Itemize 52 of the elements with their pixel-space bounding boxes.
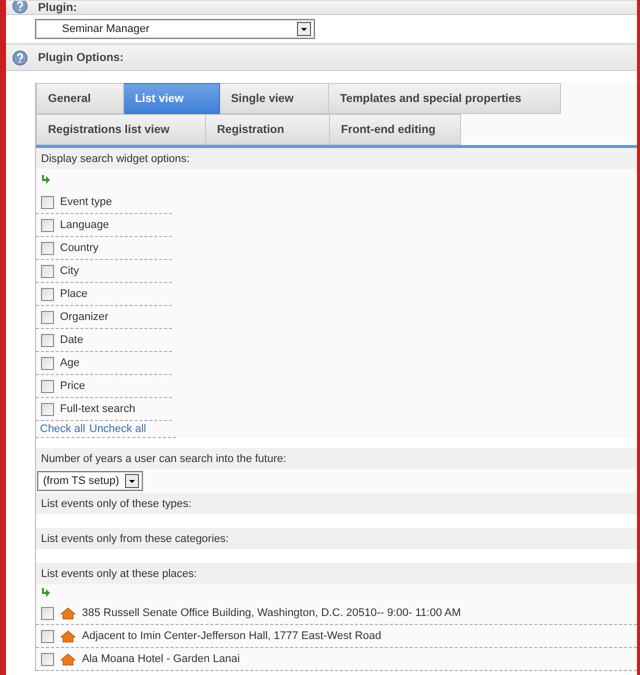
checkbox[interactable] — [41, 196, 54, 208]
checkbox[interactable] — [41, 218, 54, 232]
checkbox-label: Place — [60, 288, 88, 300]
checkbox-label: Organizer — [60, 311, 108, 323]
checkbox[interactable] — [41, 380, 54, 392]
dropdown-select[interactable]: (from TS setup) — [37, 471, 143, 491]
checkbox-label: Country — [60, 242, 99, 254]
checkbox-label: City — [60, 265, 79, 277]
tab[interactable]: Registrations list view — [36, 114, 206, 145]
caret-icon — [125, 474, 139, 488]
checkbox[interactable] — [41, 334, 54, 346]
field-label: List events only at these places: — [41, 568, 197, 580]
tab[interactable]: Single view — [220, 83, 329, 114]
checkbox[interactable] — [41, 242, 54, 254]
house-icon — [60, 606, 76, 620]
field-label: List events only of these types: — [41, 498, 192, 510]
checkbox-label: Ala Moana Hotel - Garden Lanai — [82, 653, 240, 665]
help-icon[interactable] — [12, 1, 28, 14]
house-icon — [60, 652, 76, 666]
checkbox[interactable] — [41, 356, 54, 370]
checkbox-label: Full-text search — [60, 403, 136, 415]
checkbox-label: 385 Russell Senate Office Building, Washington, D.C. 20510-- 9:00- 11:00 AM — [82, 607, 461, 619]
section-title: Plugin Options: — [38, 52, 124, 64]
caret-icon — [297, 22, 311, 36]
arrow-icon[interactable] — [41, 174, 51, 186]
checkbox-label: Event type — [60, 196, 112, 208]
checkbox-label: Price — [60, 380, 86, 392]
checkbox-label: Language — [60, 219, 109, 231]
checkbox[interactable] — [41, 264, 54, 278]
checkbox[interactable] — [41, 630, 54, 642]
arrow-icon[interactable] — [41, 587, 51, 599]
tab[interactable]: Templates and special properties — [329, 83, 561, 114]
checkbox-label: Date — [60, 334, 84, 346]
checkbox[interactable] — [41, 310, 54, 324]
checkbox[interactable] — [41, 402, 54, 416]
checkbox[interactable] — [41, 652, 54, 666]
help-icon[interactable] — [12, 50, 28, 66]
checkbox-label: Adjacent to Imin Center-Jefferson Hall, 1777 East-West Road — [82, 630, 382, 642]
checkbox-label: Age — [60, 357, 80, 369]
tab[interactable]: Front-end editing — [330, 114, 461, 145]
section-title: Plugin: — [38, 2, 77, 14]
tab[interactable]: General — [36, 83, 124, 114]
field-label: Number of years a user can search into the future: — [41, 452, 286, 464]
link[interactable]: Check all — [40, 423, 86, 435]
checkbox[interactable] — [41, 288, 54, 300]
field-label: List events only from these categories: — [41, 532, 229, 544]
house-icon — [60, 630, 76, 642]
link[interactable]: Uncheck all — [89, 423, 146, 435]
checkbox[interactable] — [41, 606, 54, 620]
field-label: Display search widget options: — [41, 152, 190, 164]
dropdown-select[interactable]: Seminar Manager — [35, 19, 315, 39]
tab[interactable]: Registration — [206, 114, 330, 145]
